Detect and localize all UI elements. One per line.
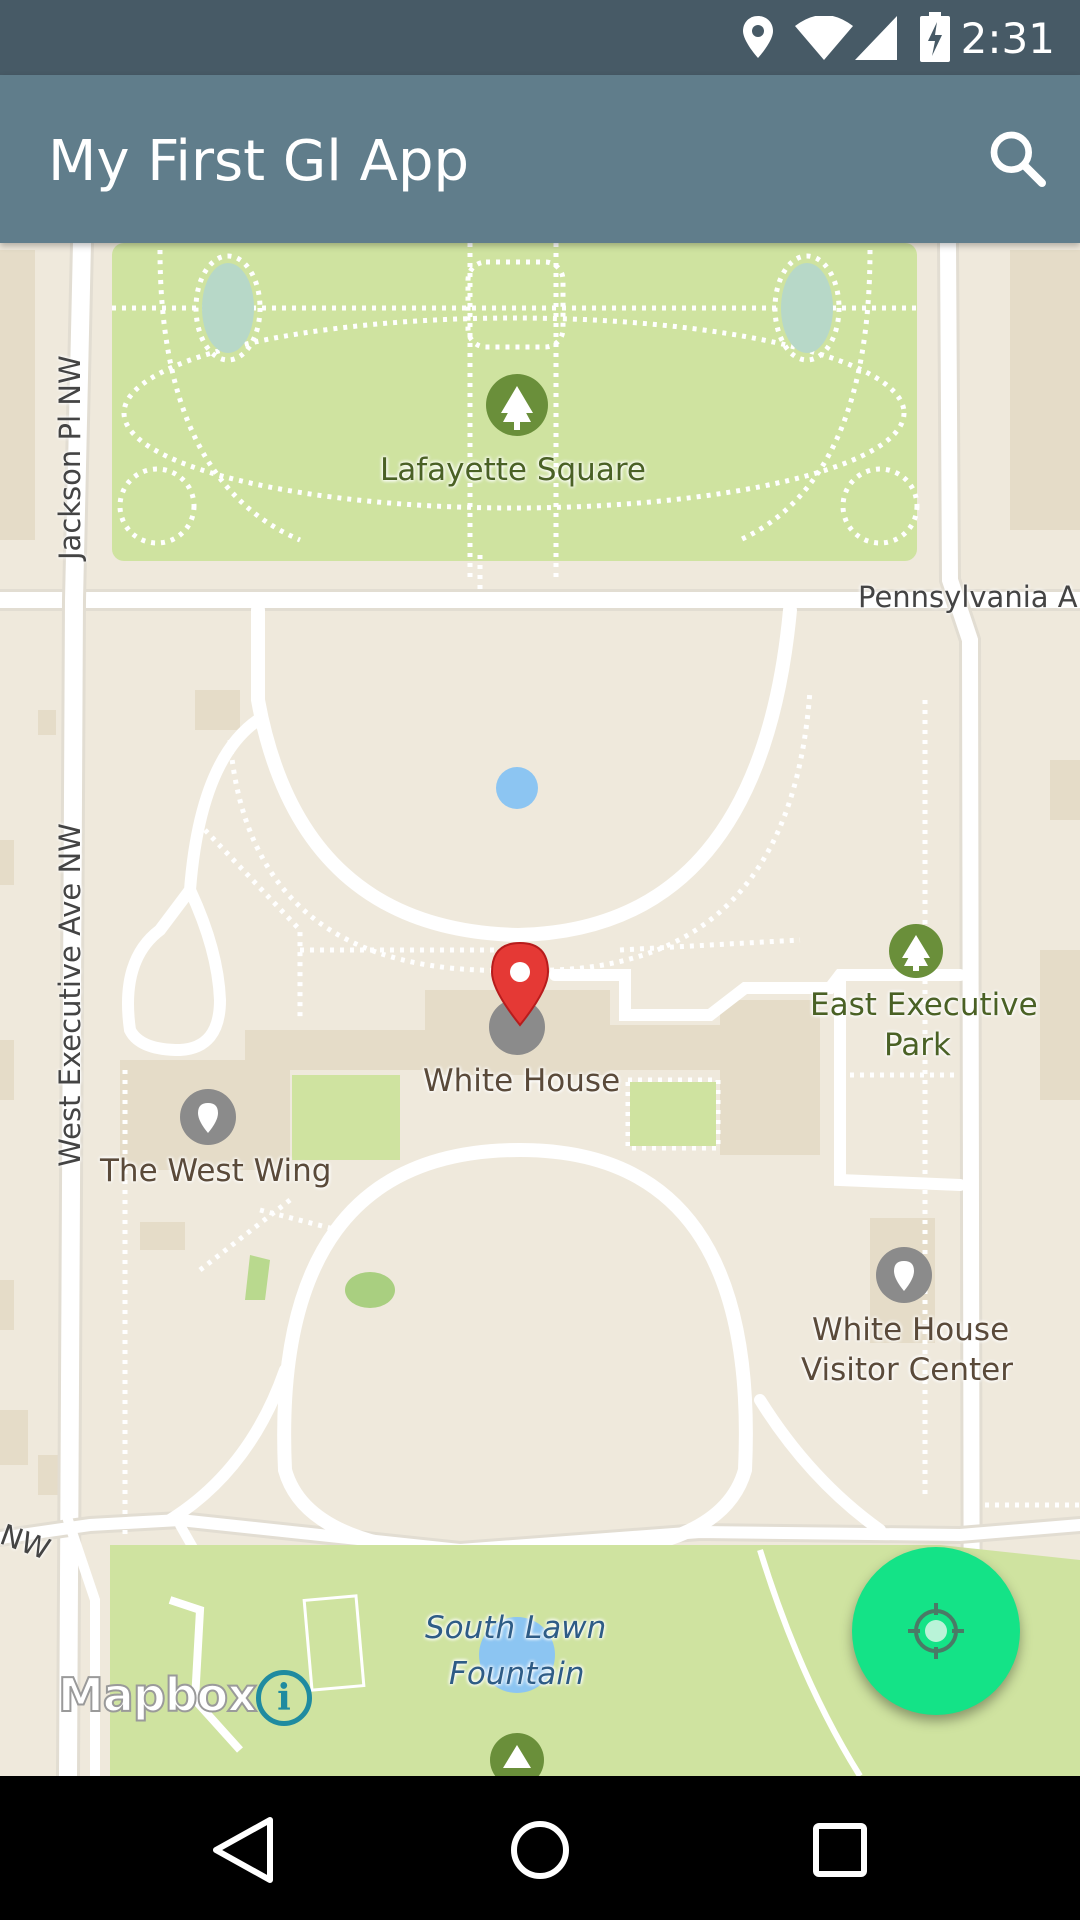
navigation-bar: [0, 1776, 1080, 1920]
status-bar: 2:31: [0, 0, 1080, 75]
label-south-lawn: South Lawn: [425, 1610, 607, 1646]
mapbox-logo: Mapbox: [57, 1667, 258, 1723]
app-title: My First Gl App: [48, 129, 470, 194]
label-pennsylvania-ave: Pennsylvania A: [858, 580, 1078, 614]
label-east-executive: East Executive: [810, 987, 1038, 1023]
location-icon: [743, 16, 773, 58]
my-location-button[interactable]: [852, 1547, 1020, 1715]
home-icon[interactable]: [498, 1808, 582, 1892]
back-icon[interactable]: [200, 1808, 284, 1892]
label-visitor-center-1: White House: [812, 1312, 1010, 1348]
label-park: Park: [884, 1027, 951, 1063]
app-bar: My First Gl App: [0, 75, 1080, 243]
attribution-info-button[interactable]: i: [256, 1670, 312, 1726]
cell-signal-icon: [855, 16, 897, 60]
label-visitor-center-2: Visitor Center: [801, 1352, 1013, 1388]
tree-icon: [486, 374, 548, 436]
label-west-executive-ave: West Executive Ave NW: [53, 823, 87, 1167]
search-icon[interactable]: [986, 127, 1050, 191]
status-time: 2:31: [960, 14, 1055, 63]
recents-icon[interactable]: [798, 1808, 882, 1892]
wifi-icon: [795, 16, 853, 60]
battery-charging-icon: [920, 12, 950, 62]
label-jackson-pl: Jackson Pl NW: [53, 355, 87, 560]
label-fountain: Fountain: [449, 1656, 585, 1692]
my-location-icon: [908, 1603, 964, 1659]
label-lafayette-square: Lafayette Square: [380, 452, 646, 488]
info-icon: i: [277, 1677, 291, 1719]
label-west-wing: The West Wing: [100, 1153, 332, 1189]
label-white-house: White House: [423, 1063, 621, 1099]
